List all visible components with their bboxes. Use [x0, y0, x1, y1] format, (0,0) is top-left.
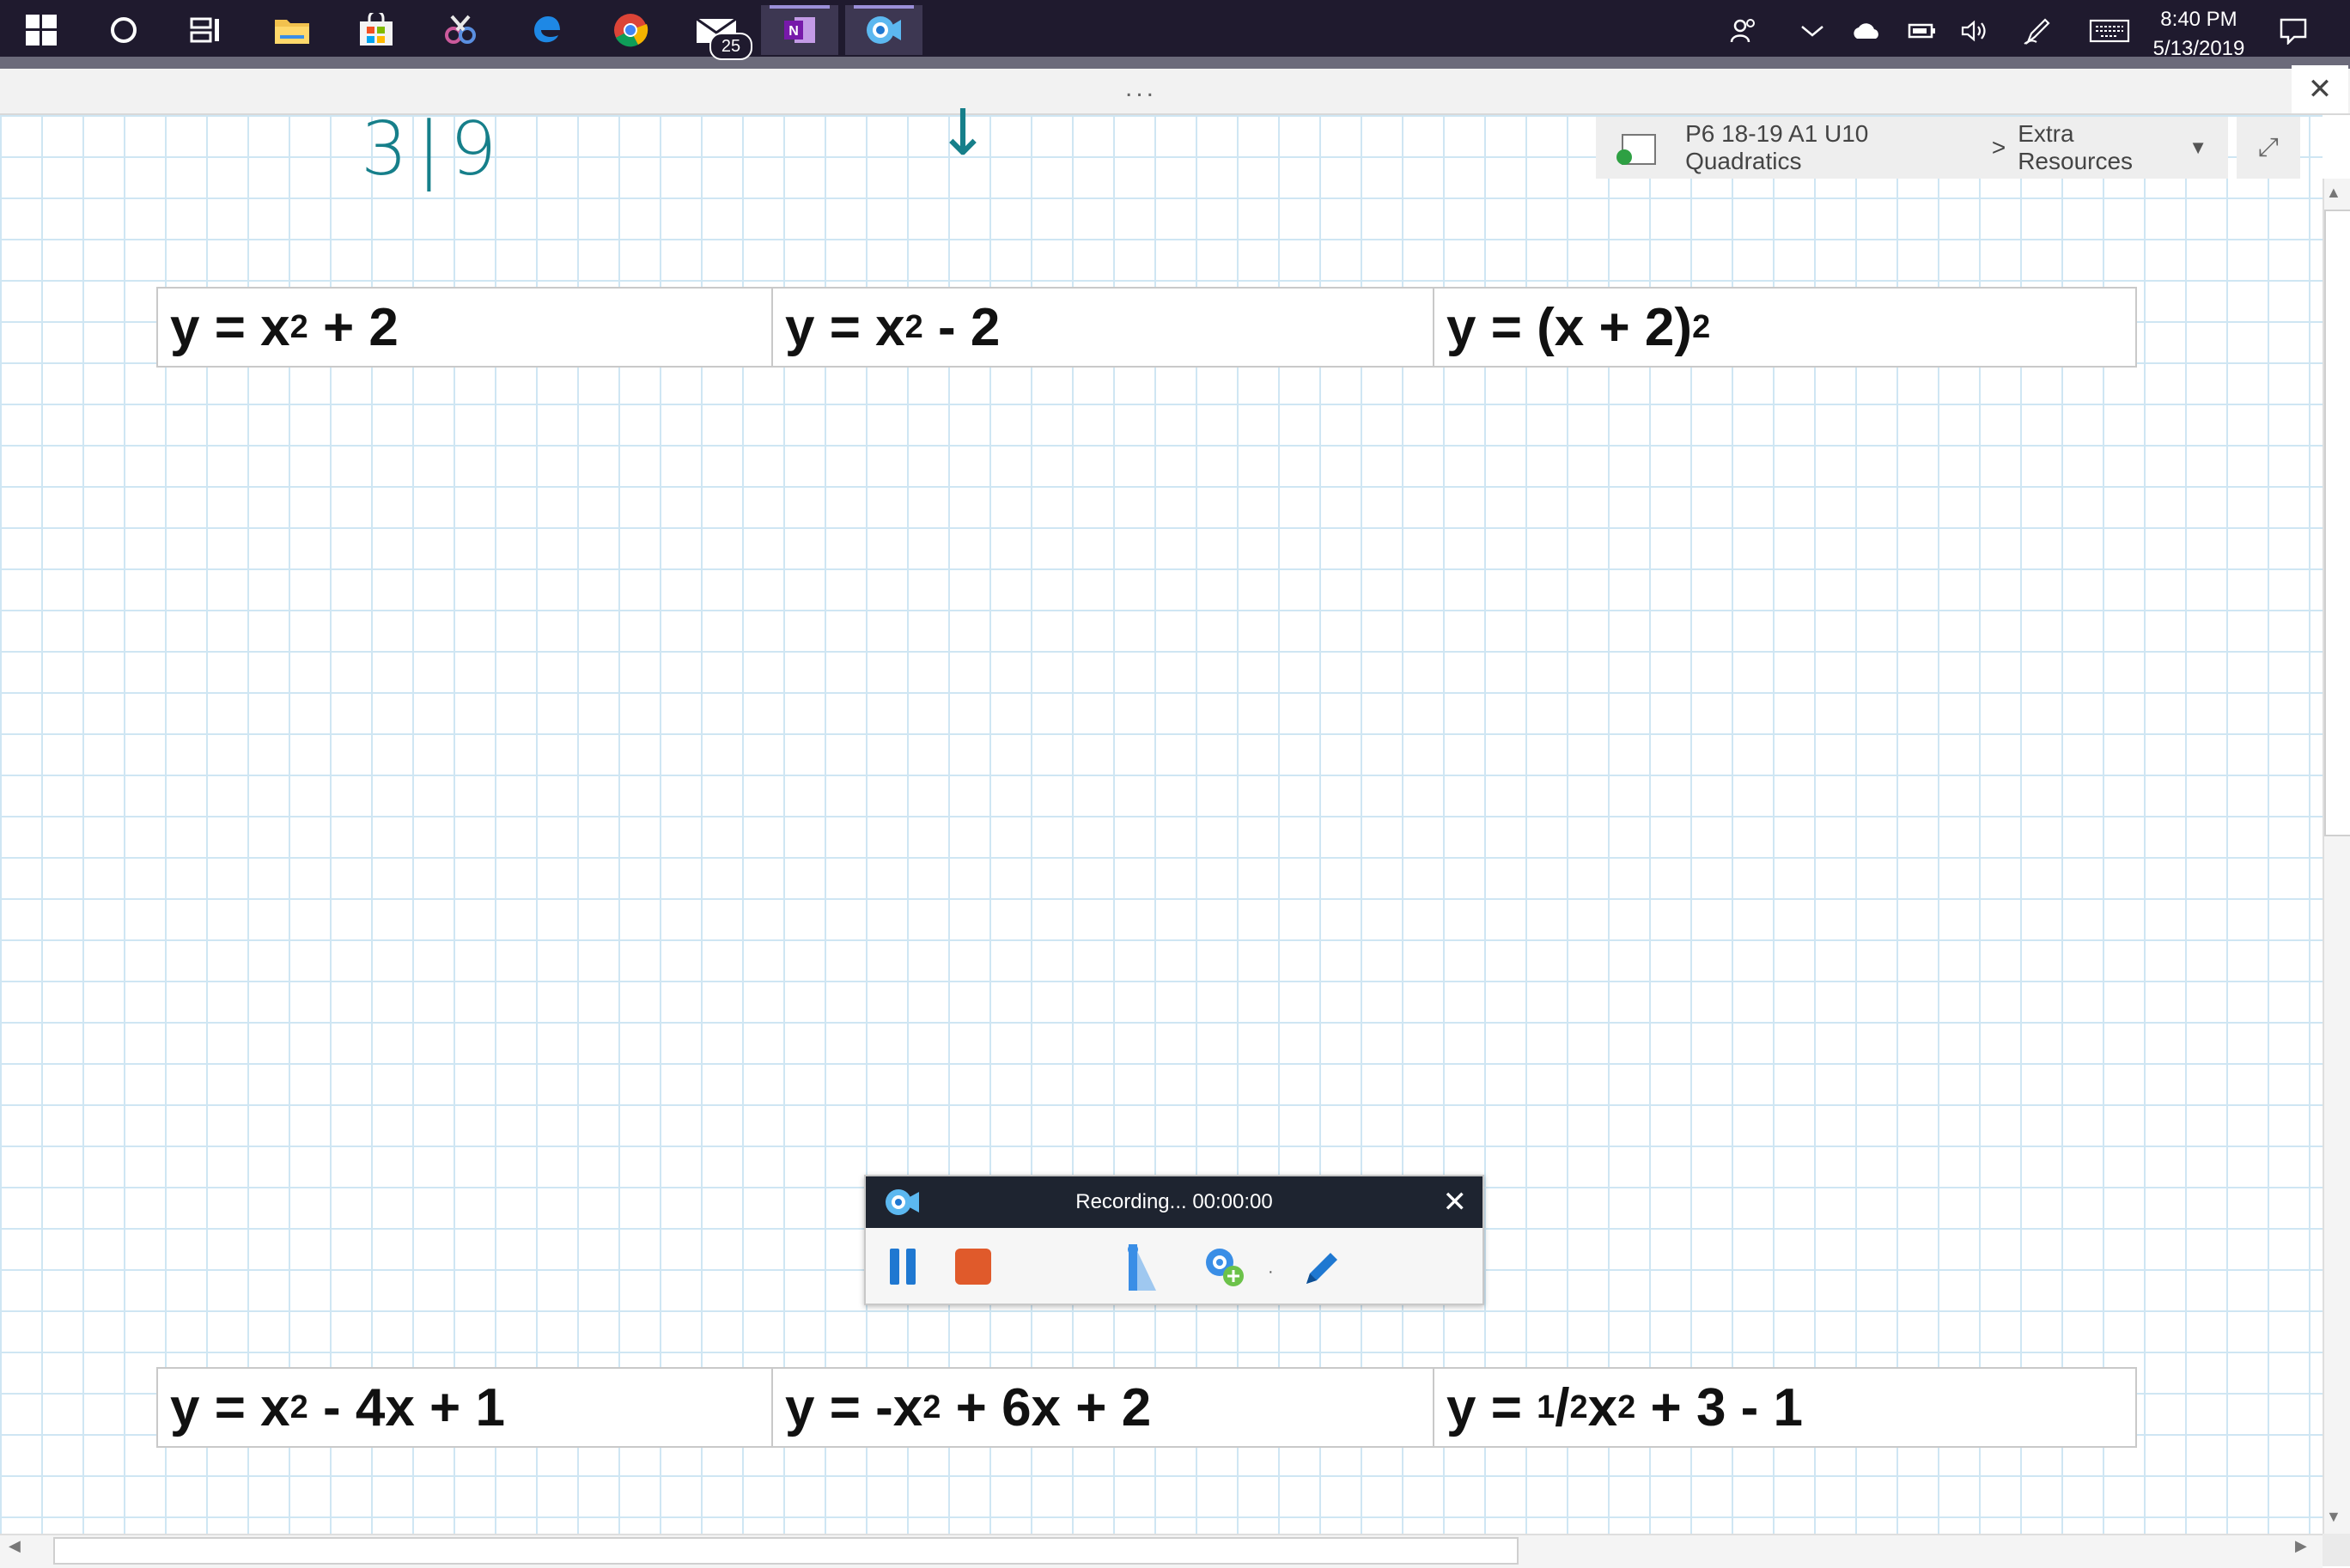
windows-start-icon[interactable] [5, 5, 77, 55]
touch-keyboard-icon[interactable] [2085, 12, 2134, 50]
taskbar-clock[interactable]: 8:40 PM 5/13/2019 [2139, 5, 2259, 64]
pause-button[interactable] [890, 1249, 916, 1285]
horizontal-scroll-thumb[interactable] [53, 1537, 1519, 1565]
handwritten-note: 3|9 [361, 106, 506, 192]
equation-cell[interactable]: y = 1/2 x 2 + 3 - 1 [1434, 1369, 2135, 1446]
svg-text:N: N [788, 24, 799, 39]
scroll-left-icon[interactable]: ◀ [9, 1537, 21, 1555]
onenote-icon[interactable]: N [761, 5, 838, 55]
equations-table-bottom: y = x2 - 4x + 1 y = -x 2 + 6x + 2 y = 1/2… [156, 1367, 2137, 1448]
recording-status: Recording... 00:00:00 [1075, 1190, 1273, 1213]
taskbar-accent-strip [0, 57, 2350, 69]
battery-icon[interactable] [1902, 12, 1943, 50]
snipping-tool-icon[interactable] [424, 5, 496, 55]
chrome-browser-icon[interactable] [594, 5, 667, 55]
pen-draw-icon[interactable] [1297, 1242, 1349, 1293]
narration-marker-icon[interactable] [1117, 1242, 1168, 1293]
active-app-indicator [770, 5, 830, 9]
stop-button[interactable] [955, 1249, 991, 1285]
screencast-recorder-icon[interactable] [845, 5, 922, 55]
clock-date: 5/13/2019 [2152, 37, 2245, 60]
equation-cell[interactable]: y = (x + 2) 2 [1434, 289, 2135, 366]
onedrive-cloud-icon[interactable] [1845, 12, 1886, 50]
people-icon[interactable] [1723, 12, 1764, 50]
recorder-close-icon[interactable]: ✕ [1443, 1185, 1468, 1219]
recorder-header[interactable]: Recording... 00:00:00 ✕ [866, 1176, 1482, 1228]
scroll-down-icon[interactable]: ▼ [2326, 1508, 2341, 1526]
equations-table-top: y = x2 + 2 y = x2 - 2 y = (x + 2) 2 [156, 287, 2137, 368]
notebook-breadcrumb[interactable]: P6 18-19 A1 U10 Quadratics > Extra Resou… [1596, 117, 2228, 179]
action-center-icon[interactable] [2273, 12, 2314, 50]
equation-cell[interactable]: y = -x 2 + 6x + 2 [773, 1369, 1434, 1446]
breadcrumb-separator: > [1991, 134, 2006, 161]
edge-browser-icon[interactable] [510, 5, 582, 55]
screen-recorder-panel: Recording... 00:00:00 ✕ · [864, 1175, 1484, 1305]
breadcrumb-section[interactable]: Extra Resources [2018, 120, 2189, 175]
scroll-up-icon[interactable]: ▲ [2326, 184, 2341, 202]
chevron-up-icon[interactable] [1792, 12, 1833, 50]
pen-ink-icon[interactable] [2017, 12, 2058, 50]
equation-cell[interactable]: y = x2 + 2 [158, 289, 773, 366]
notebook-sync-icon [1616, 131, 1658, 165]
handwritten-arrow: ↓ [936, 96, 990, 170]
volume-icon[interactable] [1955, 12, 1996, 50]
scrollbar-corner [2323, 1534, 2350, 1566]
caret-down-icon[interactable]: ▼ [2189, 137, 2207, 159]
vertical-scroll-thumb[interactable] [2324, 210, 2350, 836]
equation-cell[interactable]: y = x2 - 4x + 1 [158, 1369, 773, 1446]
active-app-indicator [854, 5, 914, 9]
options-dot[interactable]: · [1268, 1262, 1274, 1282]
clock-time: 8:40 PM [2160, 8, 2237, 31]
task-view-icon[interactable] [170, 5, 242, 55]
scroll-right-icon[interactable]: ▶ [2295, 1537, 2307, 1555]
breadcrumb-notebook[interactable]: P6 18-19 A1 U10 Quadratics [1685, 120, 1980, 175]
more-options-dots[interactable]: ... [1125, 74, 1157, 103]
expand-icon[interactable]: ⤢ [2237, 117, 2300, 179]
file-explorer-icon[interactable] [256, 5, 328, 55]
webcam-add-icon[interactable] [1199, 1242, 1251, 1293]
cortana-search-icon[interactable] [88, 5, 160, 55]
onenote-title-bar [0, 69, 2350, 115]
microsoft-store-icon[interactable] [340, 5, 412, 55]
close-button[interactable]: ✕ [2292, 65, 2348, 113]
equation-cell[interactable]: y = x2 - 2 [773, 289, 1434, 366]
mail-unread-badge: 25 [709, 33, 752, 60]
